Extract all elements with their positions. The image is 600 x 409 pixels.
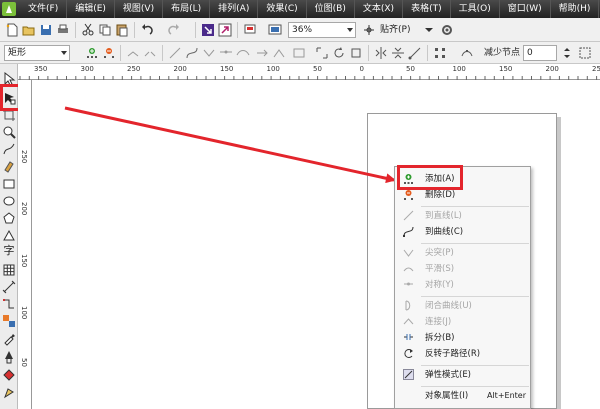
ctx-join[interactable]: 连接(J) (395, 314, 532, 330)
ctx-smooth[interactable]: 平滑(S) (395, 261, 532, 277)
object-properties-shortcut: Alt+Enter (486, 391, 526, 400)
delete-node-icon (404, 190, 413, 200)
smooth-icon (403, 267, 414, 272)
ctx-reverse-subpath[interactable]: 反转子路径(R) (395, 346, 532, 362)
break-apart-icon (404, 334, 413, 340)
reverse-subpath-icon (404, 349, 413, 358)
symmetric-icon (404, 282, 413, 286)
ctx-break-apart[interactable]: 拆分(B) (395, 330, 532, 346)
ctx-cusp[interactable]: 尖突(P) (395, 245, 532, 261)
to-curve-icon (403, 226, 414, 237)
ctx-elastic-mode[interactable]: 弹性模式(E) (395, 367, 532, 383)
ctx-to-curve[interactable]: 到曲线(C) (395, 224, 532, 240)
ctx-object-properties[interactable]: 对象属性(I) Alt+Enter (395, 388, 532, 404)
close-curve-icon (405, 300, 411, 311)
to-line-icon (403, 210, 414, 221)
join-icon (403, 318, 414, 325)
elastic-mode-icon (403, 369, 414, 380)
ctx-close-curve[interactable]: 闭合曲线(U) (395, 298, 532, 314)
node-context-menu: 添加(A) 删除(D) 到直线(L) 到曲线(C) 尖突(P) 平滑(S) 对称… (394, 166, 531, 409)
cusp-icon (403, 249, 414, 257)
ctx-symmetric[interactable]: 对称(Y) (395, 277, 532, 293)
add-item-highlight-box (397, 165, 463, 190)
ctx-to-line[interactable]: 到直线(L) (395, 208, 532, 224)
